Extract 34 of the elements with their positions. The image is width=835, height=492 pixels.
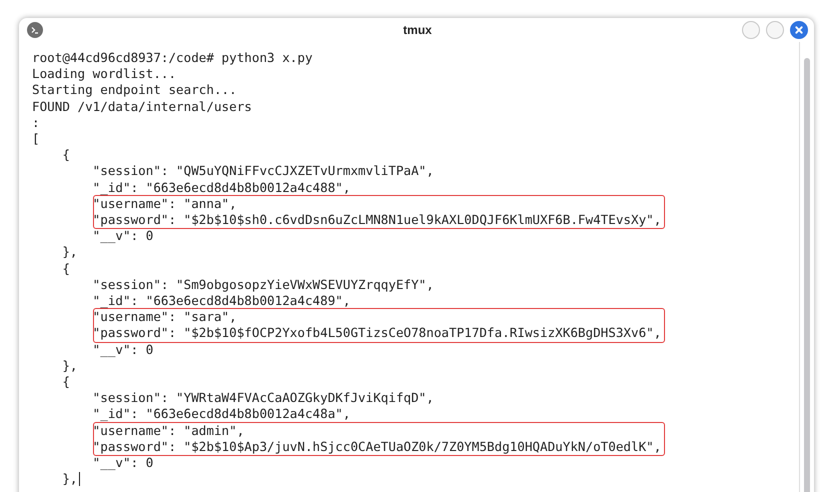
terminal-line: "__v": 0	[92, 228, 154, 244]
terminal-line: "password": "$2b$10$Ap3/juvN.hSjcc0CAeTUaOZ0k/7Z0YM5Bdg10HQADuYkN/oT0edlK",	[92, 438, 662, 456]
terminal-line: "session": "QW5uYQNiFFvcCJXZETvUrmxmvliTPaA",	[92, 163, 434, 180]
text-cursor	[78, 472, 80, 486]
terminal-line: "session": "YWRtaW4FVAcCaAOZGkyDKfJviKqifqD",	[92, 390, 434, 406]
terminal-line: Loading wordlist...	[32, 66, 176, 82]
terminal-line: root@44cd96cd8937:/code# python3 x.py	[32, 50, 313, 66]
terminal-line: :	[32, 114, 40, 132]
terminal-line: {	[61, 147, 70, 164]
terminal-line: "__v": 0	[92, 455, 154, 472]
terminal-line: "username": "anna",	[92, 196, 237, 212]
terminal-line: [	[32, 131, 40, 148]
scrollbar-thumb[interactable]	[804, 58, 810, 492]
minimize-button[interactable]	[742, 21, 760, 39]
terminal-line: },	[61, 244, 78, 261]
terminal-line: "username": "admin",	[92, 422, 244, 439]
maximize-button[interactable]	[766, 21, 784, 39]
window-title: tmux	[402, 23, 433, 37]
terminal-line: },	[61, 471, 78, 488]
terminal-line: "__v": 0	[92, 342, 154, 358]
terminal-line: {	[61, 374, 70, 390]
terminal-line: },	[61, 358, 78, 374]
terminal-line: "password": "$2b$10$sh0.c6vdDsn6uZcLMN8N1uel9kAXL0DQJF6KlmUXF6B.Fw4TEvsXy",	[92, 212, 662, 228]
terminal-line: "username": "sara",	[92, 309, 237, 326]
terminal-line: Starting endpoint search...	[32, 82, 237, 99]
terminal-line: "_id": "663e6ecd8d4b8b0012a4c489",	[92, 293, 350, 310]
terminal-line: "password": "$2b$10$fOCP2Yxofb4L50GTizsCeO78noaTP17Dfa.RIwsizXK6BgDHS3Xv6",	[92, 325, 662, 342]
terminal-line: "session": "Sm9obgosopzYieVWxWSEVUYZrqqyEfY",	[92, 276, 434, 294]
terminal-icon	[27, 22, 43, 38]
terminal-line: "_id": "663e6ecd8d4b8b0012a4c488",	[92, 180, 350, 196]
terminal-line: "_id": "663e6ecd8d4b8b0012a4c48a",	[92, 406, 350, 423]
terminal-line: FOUND /v1/data/internal/users	[32, 98, 252, 115]
close-button[interactable]	[790, 21, 808, 39]
terminal-line: {	[61, 260, 70, 277]
